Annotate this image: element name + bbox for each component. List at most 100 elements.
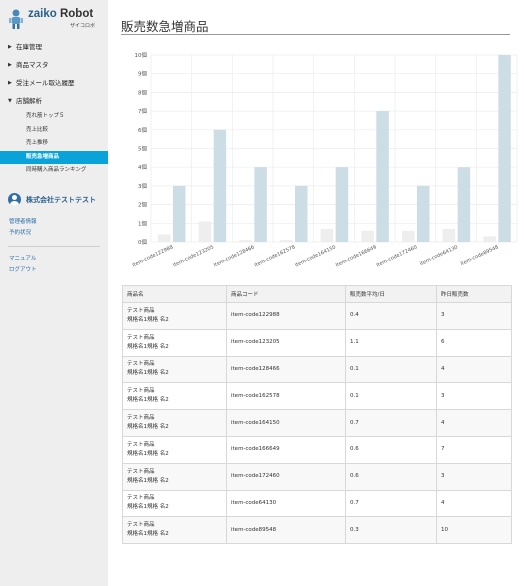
cell-product-name: テスト商品 規格名1規格 名2 bbox=[122, 435, 227, 464]
product-spec: 規格名1規格 名2 bbox=[127, 343, 169, 350]
table-row: テスト商品 規格名1規格 名2 item-code164150 0.7 4 bbox=[122, 409, 512, 437]
cell-product-code: item-code89548 bbox=[226, 516, 346, 545]
y-tick-label: 9個 bbox=[138, 70, 147, 78]
sub-item-surging-products[interactable]: 販売急増商品 bbox=[0, 150, 108, 164]
logout-link[interactable]: ログアウト bbox=[9, 265, 37, 276]
bar-series-1 bbox=[442, 228, 456, 242]
logo-title-robot: Robot bbox=[59, 8, 94, 20]
cell-product-name: テスト商品規格名1規格 名2 bbox=[122, 328, 227, 357]
cell-product-name: テスト商品規格名1規格 名2 bbox=[122, 516, 227, 545]
cell-yesterday-sales: 4 bbox=[436, 489, 512, 518]
x-tick-label: item-code122988 bbox=[132, 244, 175, 268]
bar-series-1 bbox=[320, 228, 334, 242]
product-name: テスト商品 bbox=[127, 307, 155, 314]
bar-series-2 bbox=[335, 167, 349, 242]
nav-item-product-master[interactable]: ▶ 商品マスタ bbox=[0, 56, 108, 74]
product-spec: 規格名1規格 名2 bbox=[127, 531, 169, 538]
bar-series-2 bbox=[295, 185, 308, 242]
x-tick-label: item-code172460 bbox=[376, 244, 419, 268]
table-row: テスト商品 規格名1規格 名2 item-code64130 0.7 4 bbox=[122, 489, 512, 518]
product-spec: 規格名1規格 名2 bbox=[127, 397, 169, 404]
y-tick-label: 3個 bbox=[138, 182, 147, 190]
cell-yesterday-sales: 4 bbox=[436, 355, 512, 384]
nav-item-label: 店舗解析 bbox=[16, 97, 42, 105]
product-spec: 規格名1規格 名2 bbox=[127, 424, 169, 431]
cell-avg-sales: 0.7 bbox=[345, 409, 437, 437]
bar-series-1 bbox=[239, 240, 252, 242]
table-row: テスト商品 規格名1規格 名2 item-code172460 0.6 3 bbox=[122, 462, 512, 491]
sidebar: zaiko Robot ザイコロボ ▶ 在庫管理 ▶ 商品マスタ ▶ 受注メール取込履… bbox=[0, 0, 108, 586]
company-name: 株式会社テストテスト bbox=[26, 196, 96, 204]
reservation-status-link[interactable]: 予約状況 bbox=[9, 228, 37, 239]
cell-product-name: テスト商品 規格名1規格 名2 bbox=[122, 462, 227, 491]
product-name: テスト商品 bbox=[127, 522, 155, 529]
sub-item-sales-comparison[interactable]: 売上比較 bbox=[0, 124, 108, 138]
bar-series-2 bbox=[173, 185, 186, 242]
sub-item-co-purchase-ranking[interactable]: 同時購入商品ランキング bbox=[0, 164, 108, 178]
nav-item-store-analysis[interactable]: ▼ 店舗解析 bbox=[0, 92, 108, 110]
manual-link[interactable]: マニュアル bbox=[9, 254, 37, 265]
cell-product-name: テスト商品規格名1規格 名2 bbox=[122, 409, 227, 437]
cell-product-code: item-code172460 bbox=[226, 462, 346, 491]
admin-info-link[interactable]: 管理者情報 bbox=[9, 217, 37, 228]
table-row: テスト商品 規格名1規格 名2 item-code122988 0.4 3 bbox=[122, 302, 512, 330]
x-tick-label: item-code64130 bbox=[419, 244, 459, 267]
sub-item-sales-trend[interactable]: 売上推移 bbox=[0, 137, 108, 151]
logo-subtitle: ザイコロボ bbox=[70, 23, 96, 29]
product-name: テスト商品 bbox=[127, 441, 155, 448]
y-tick-label: 6個 bbox=[138, 126, 147, 134]
cell-yesterday-sales: 4 bbox=[436, 409, 512, 437]
product-name: テスト商品 bbox=[127, 415, 155, 422]
cell-yesterday-sales: 6 bbox=[436, 328, 512, 357]
y-tick-label: 7個 bbox=[138, 107, 147, 115]
bar-series-1 bbox=[483, 236, 496, 242]
table-row: テスト商品 規格名1規格 名2 item-code162578 0.1 3 bbox=[122, 382, 512, 411]
header-product-name: 商品名 bbox=[122, 285, 227, 303]
table-row: テスト商品 規格名1規格 名2 item-code123205 1.1 6 bbox=[122, 328, 512, 357]
logo[interactable]: zaiko Robot ザイコロボ bbox=[6, 6, 106, 32]
logo-title-zaiko: zaiko bbox=[28, 8, 57, 20]
nav-item-label: 受注メール取込履歴 bbox=[16, 79, 75, 87]
account-links: 管理者情報 予約状況 bbox=[9, 217, 37, 239]
bar-series-2 bbox=[417, 185, 430, 242]
y-tick-label: 0個 bbox=[138, 238, 147, 246]
cell-product-name: テスト商品 規格名1規格 名2 bbox=[122, 489, 227, 518]
table-row: テスト商品 規格名1規格 名2 item-code128466 0.1 4 bbox=[122, 355, 512, 384]
cell-yesterday-sales: 3 bbox=[436, 382, 512, 411]
cell-product-code: item-code164150 bbox=[226, 409, 346, 437]
x-tick-label: item-code128466 bbox=[213, 244, 256, 268]
sidebar-divider bbox=[8, 246, 100, 247]
table-row: テスト商品 規格名1規格 名2 item-code89548 0.3 10 bbox=[122, 516, 512, 545]
table-header-row: 商品名 商品コード 販売数平均/日 昨日販売数 bbox=[122, 285, 512, 303]
caret-right-icon: ▶ bbox=[8, 44, 12, 50]
products-table: 商品名 商品コード 販売数平均/日 昨日販売数 テスト商品 規格名1規格 名2 it… bbox=[122, 285, 512, 545]
bar-series-1 bbox=[280, 240, 293, 242]
nav-item-label: 在庫管理 bbox=[16, 43, 42, 51]
title-divider bbox=[121, 34, 510, 35]
cell-avg-sales: 0.6 bbox=[345, 435, 437, 464]
user-avatar-icon bbox=[8, 193, 21, 206]
page-title: 販売数急増商品 bbox=[121, 19, 209, 34]
product-spec: 規格名1規格 名2 bbox=[127, 316, 169, 323]
x-tick-label: item-code162578 bbox=[254, 244, 297, 268]
cell-product-name: テスト商品規格名1規格 名2 bbox=[122, 302, 227, 330]
product-name: テスト商品 bbox=[127, 334, 155, 341]
cell-product-code: item-code128466 bbox=[226, 355, 346, 384]
product-name: テスト商品 bbox=[127, 495, 155, 502]
cell-avg-sales: 1.1 bbox=[345, 328, 437, 357]
nav-item-inventory[interactable]: ▶ 在庫管理 bbox=[0, 38, 108, 56]
nav-item-order-mail-history[interactable]: ▶ 受注メール取込履歴 bbox=[0, 74, 108, 92]
cell-yesterday-sales: 7 bbox=[436, 435, 512, 464]
help-links: マニュアル ログアウト bbox=[9, 254, 37, 276]
y-tick-label: 8個 bbox=[138, 88, 147, 96]
nav-item-label: 商品マスタ bbox=[16, 61, 49, 69]
bar-series-1 bbox=[198, 221, 212, 242]
cell-avg-sales: 0.7 bbox=[345, 489, 437, 518]
sub-item-top5[interactable]: 売れ筋トップ５ bbox=[0, 110, 108, 124]
bar-series-2 bbox=[254, 167, 267, 242]
header-avg-sales: 販売数平均/日 bbox=[345, 285, 437, 303]
sales-surge-bar-chart: 0個1個2個3個4個5個6個7個8個9個10個item-code122988it… bbox=[132, 51, 518, 269]
bar-series-1 bbox=[361, 230, 374, 242]
product-name: テスト商品 bbox=[127, 361, 155, 368]
sidebar-nav: ▶ 在庫管理 ▶ 商品マスタ ▶ 受注メール取込履歴 ▼ 店舗解析 売れ筋トップ５ 売上… bbox=[0, 38, 108, 178]
